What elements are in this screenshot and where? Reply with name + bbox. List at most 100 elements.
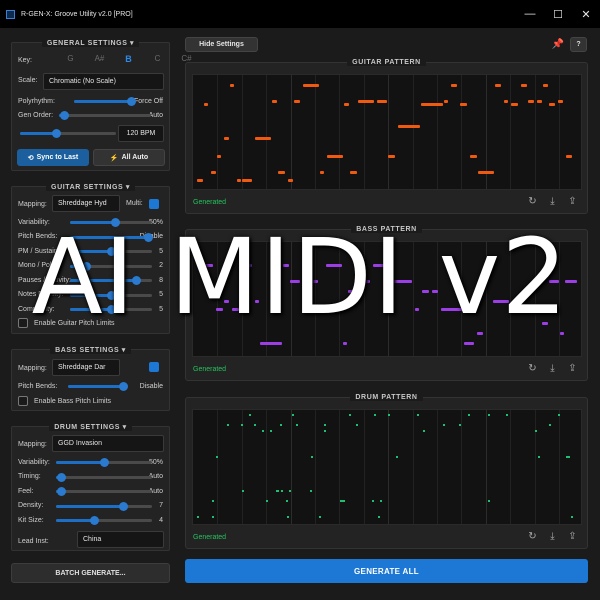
drum-hit: [286, 500, 288, 502]
guitar-setting-slider[interactable]: [70, 218, 152, 227]
export-icon[interactable]: ⇪: [566, 530, 579, 543]
drum-setting-slider[interactable]: [56, 487, 152, 496]
download-icon[interactable]: ⤓: [546, 195, 559, 208]
drum-hit: [249, 414, 251, 416]
generate-all-button[interactable]: GENERATE ALL: [185, 559, 588, 583]
guitar-setting-label: PM / Sustain:: [18, 247, 60, 255]
lead-inst-select[interactable]: China: [77, 531, 164, 548]
guitar-pitch-limits-checkbox[interactable]: [18, 318, 28, 328]
bass-note: [248, 264, 252, 267]
guitar-setting-slider[interactable]: [70, 305, 152, 314]
bass-note: [308, 280, 318, 283]
bass-piano-roll[interactable]: [192, 241, 582, 357]
guitar-setting-slider[interactable]: [70, 261, 152, 271]
bass-pitch-bends-slider[interactable]: [68, 382, 129, 391]
maximize-button[interactable]: ☐: [544, 0, 572, 28]
download-icon[interactable]: ⤓: [546, 362, 559, 375]
slider-thumb[interactable]: [127, 97, 136, 106]
slider-thumb[interactable]: [56, 472, 66, 482]
drum-hit: [289, 490, 291, 492]
sync-to-last-button[interactable]: ⟲ Sync to Last: [17, 149, 89, 166]
all-auto-button[interactable]: ⚡ All Auto: [93, 149, 165, 166]
drum-setting-slider[interactable]: [56, 472, 152, 482]
slider-thumb[interactable]: [59, 111, 69, 120]
export-icon[interactable]: ⇪: [566, 195, 579, 208]
guitar-mapping-select[interactable]: Shreddage Hyd: [52, 195, 120, 212]
key-option[interactable]: C: [143, 54, 172, 64]
guitar-multi-checkbox[interactable]: [149, 199, 159, 209]
guitar-setting-label: Notes Density:: [18, 291, 64, 298]
bpm-field[interactable]: 120 BPM: [118, 125, 164, 142]
help-button[interactable]: ?: [570, 37, 587, 52]
guitar-note: [549, 103, 555, 106]
minimize-button[interactable]: —: [516, 0, 544, 28]
close-button[interactable]: ✕: [572, 0, 600, 28]
drum-hit: [212, 516, 214, 518]
slider-thumb[interactable]: [52, 129, 62, 138]
drum-hit: [535, 430, 537, 432]
gen-order-slider[interactable]: [59, 111, 151, 120]
bolt-icon: ⚡: [109, 154, 119, 162]
bass-pitch-limits-checkbox[interactable]: [18, 396, 28, 406]
drum-setting-value: 4: [159, 516, 163, 524]
bass-settings-title[interactable]: BASS SETTINGS: [55, 347, 119, 354]
slider-thumb[interactable]: [131, 276, 141, 285]
guitar-setting-slider[interactable]: [70, 232, 153, 242]
drum-setting-slider[interactable]: [56, 458, 152, 467]
slider-thumb[interactable]: [82, 261, 92, 271]
download-icon[interactable]: ⤓: [546, 530, 559, 543]
bass-multi-checkbox[interactable]: [149, 362, 159, 372]
export-icon[interactable]: ⇪: [566, 362, 579, 375]
guitar-piano-roll[interactable]: [192, 74, 582, 190]
bass-note: [560, 332, 564, 335]
pin-icon[interactable]: 📌: [551, 37, 565, 51]
slider-thumb[interactable]: [56, 487, 66, 496]
guitar-note: [303, 84, 319, 87]
drum-setting-slider[interactable]: [56, 516, 152, 525]
drum-hit: [212, 500, 214, 502]
scale-select[interactable]: Chromatic (No Scale): [43, 73, 164, 90]
guitar-setting-slider[interactable]: [70, 247, 152, 256]
key-option[interactable]: B: [114, 54, 143, 64]
guitar-note: [511, 103, 518, 106]
key-option[interactable]: G: [56, 54, 85, 64]
bass-note: [224, 300, 229, 303]
slider-thumb[interactable]: [143, 232, 153, 242]
drum-hit: [488, 414, 490, 416]
slider-thumb[interactable]: [119, 501, 129, 511]
title-bar: R-GEN-X: Groove Utility v2.0 [PRO] — ☐ ✕: [0, 0, 600, 28]
regenerate-icon[interactable]: ↻: [526, 362, 539, 375]
guitar-settings-title[interactable]: GUITAR SETTINGS: [51, 184, 123, 191]
slider-thumb[interactable]: [107, 305, 116, 314]
drum-piano-roll[interactable]: [192, 409, 582, 525]
guitar-setting-slider[interactable]: [70, 276, 152, 285]
drum-hit: [549, 424, 551, 426]
drum-hit: [241, 424, 243, 426]
polyrhythm-slider[interactable]: [74, 97, 136, 106]
regenerate-icon[interactable]: ↻: [526, 530, 539, 543]
slider-thumb[interactable]: [107, 290, 116, 300]
gen-order-label: Gen Order:: [18, 111, 54, 119]
bass-note: [356, 264, 361, 267]
drum-settings-title[interactable]: DRUM SETTINGS: [54, 424, 120, 431]
drum-status: Generated: [193, 534, 227, 541]
regenerate-icon[interactable]: ↻: [526, 195, 539, 208]
tempo-slider[interactable]: [20, 129, 116, 138]
guitar-note: [377, 100, 387, 103]
drum-hit: [324, 430, 326, 432]
drum-mapping-select[interactable]: GGD Invasion: [52, 435, 164, 452]
drum-hit: [324, 424, 326, 426]
slider-thumb[interactable]: [100, 458, 109, 467]
drum-hit: [417, 414, 419, 416]
bass-note: [486, 264, 490, 267]
bass-mapping-select[interactable]: Shreddage Dar: [52, 359, 120, 376]
batch-generate-button[interactable]: BATCH GENERATE...: [11, 563, 170, 583]
slider-thumb[interactable]: [107, 247, 116, 256]
bass-note: [303, 308, 307, 311]
hide-settings-button[interactable]: Hide Settings: [185, 37, 258, 52]
general-settings-title[interactable]: GENERAL SETTINGS: [47, 40, 128, 47]
key-option[interactable]: A#: [85, 54, 114, 64]
drum-setting-slider[interactable]: [56, 501, 152, 511]
bass-pattern-title: BASS PATTERN: [351, 226, 422, 233]
guitar-setting-slider[interactable]: [70, 290, 152, 300]
